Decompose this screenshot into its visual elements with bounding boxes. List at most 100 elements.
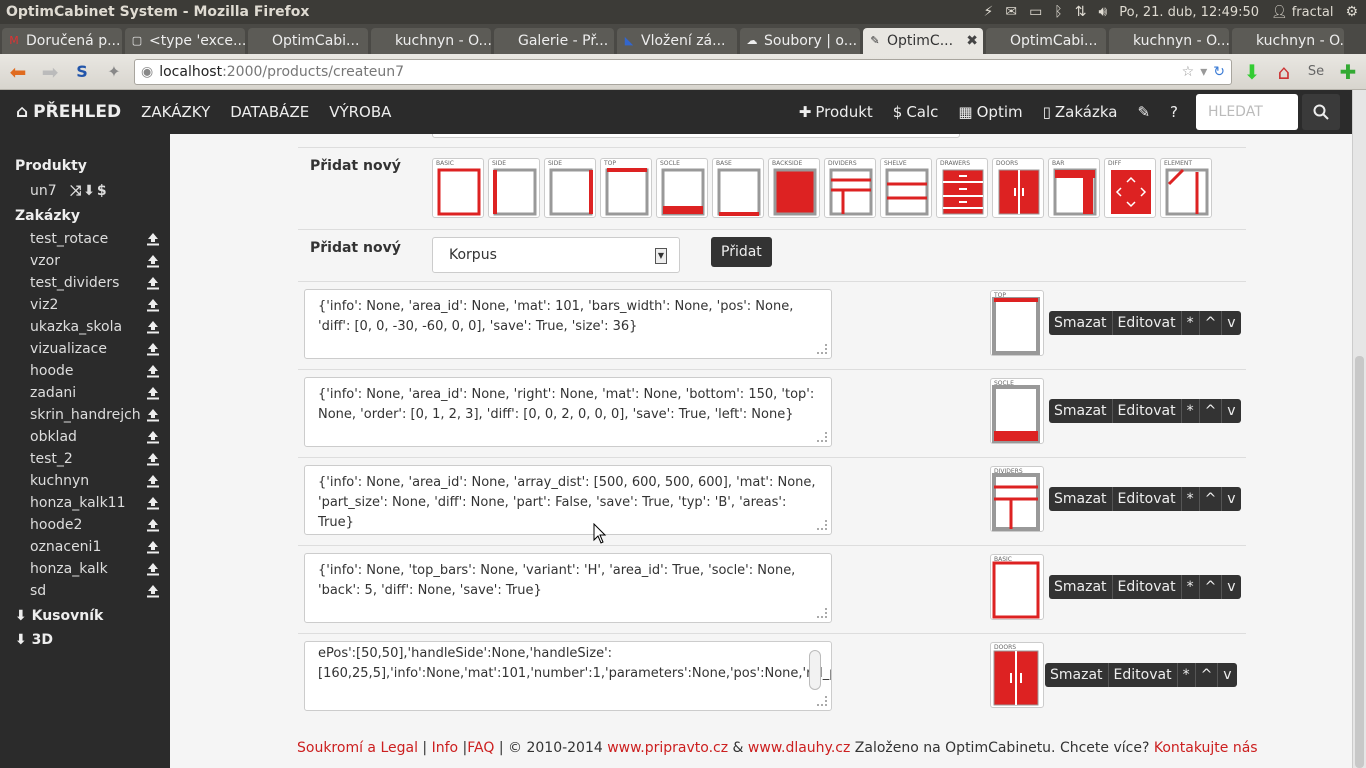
footer-faq-link[interactable]: FAQ bbox=[467, 740, 494, 756]
addon-tool-icon[interactable]: ✦ bbox=[102, 60, 126, 84]
network-icon[interactable]: ⇅ bbox=[1075, 4, 1087, 20]
product-actions-icons[interactable]: ⤨⬇$ bbox=[70, 183, 109, 199]
reload-icon[interactable]: ↻ bbox=[1213, 64, 1225, 80]
browser-tab[interactable]: OptimCabi... bbox=[986, 28, 1106, 54]
upload-icon[interactable] bbox=[146, 232, 160, 246]
resize-grip-icon[interactable] bbox=[817, 520, 827, 530]
wrench-icon[interactable]: ✎ bbox=[1137, 103, 1150, 121]
footer-dlauhy-link[interactable]: www.dlauhy.cz bbox=[748, 740, 850, 756]
move-down-button[interactable]: v bbox=[1222, 399, 1240, 423]
close-icon[interactable]: ✖ bbox=[966, 33, 978, 49]
upload-icon[interactable] bbox=[146, 562, 160, 576]
url-bar[interactable]: ◉ localhost:2000/products/createun7 ☆ ▾ … bbox=[134, 58, 1232, 85]
clock[interactable]: Po, 21. dub, 12:49:50 bbox=[1119, 5, 1259, 20]
sidebar-order-item[interactable]: obklad bbox=[0, 426, 170, 448]
add-product-button[interactable]: ✚ Produkt bbox=[799, 103, 873, 121]
sidebar-order-item[interactable]: honza_kalk11 bbox=[0, 492, 170, 514]
sidebar-order-item[interactable]: sd bbox=[0, 580, 170, 602]
upload-icon[interactable] bbox=[146, 342, 160, 356]
upload-icon[interactable] bbox=[146, 276, 160, 290]
sidebar-order-item[interactable]: kuchnyn bbox=[0, 470, 170, 492]
edit-button[interactable]: Editovat bbox=[1113, 311, 1182, 335]
tile-socle[interactable]: SOCLE bbox=[656, 158, 708, 218]
browser-tab[interactable]: ☁ Soubory | o... bbox=[740, 28, 860, 54]
upload-icon[interactable] bbox=[146, 474, 160, 488]
calc-button[interactable]: $ Calc bbox=[893, 103, 939, 121]
edit-button[interactable]: Editovat bbox=[1113, 487, 1182, 511]
upload-icon[interactable] bbox=[146, 298, 160, 312]
tile-top[interactable]: TOP bbox=[600, 158, 652, 218]
move-down-button[interactable]: v bbox=[1218, 663, 1236, 687]
sidebar-order-item[interactable]: vizualizace bbox=[0, 338, 170, 360]
delete-button[interactable]: Smazat bbox=[1045, 663, 1109, 687]
star-button[interactable]: * bbox=[1182, 311, 1200, 335]
tile-base[interactable]: BASE bbox=[712, 158, 764, 218]
sidebar-order-item[interactable]: ukazka_skola bbox=[0, 316, 170, 338]
tile-dividers[interactable]: DIVIDERS bbox=[824, 158, 876, 218]
nav-vyroba[interactable]: VÝROBA bbox=[329, 103, 391, 121]
lightning-icon[interactable]: ⚡ bbox=[983, 4, 993, 20]
addon-s-icon[interactable]: S bbox=[70, 60, 94, 84]
browser-tab[interactable]: ◣ Vložení zá... bbox=[617, 28, 737, 54]
sidebar-order-item[interactable]: honza_kalk bbox=[0, 558, 170, 580]
resize-grip-icon[interactable] bbox=[817, 432, 827, 442]
tile-basic[interactable]: BASIC bbox=[432, 158, 484, 218]
tile-element[interactable]: ELEMENT bbox=[1160, 158, 1212, 218]
footer-privacy-link[interactable]: Soukromí a Legal bbox=[297, 740, 418, 756]
edit-button[interactable]: Editovat bbox=[1109, 663, 1178, 687]
move-up-button[interactable]: ^ bbox=[1200, 487, 1223, 511]
upload-icon[interactable] bbox=[146, 518, 160, 532]
sidebar-order-item[interactable]: skrin_handrejch bbox=[0, 404, 170, 426]
star-button[interactable]: * bbox=[1182, 487, 1200, 511]
move-down-button[interactable]: v bbox=[1222, 311, 1240, 335]
search-input[interactable]: HLEDAT bbox=[1196, 94, 1298, 130]
sidebar-order-item[interactable]: viz2 bbox=[0, 294, 170, 316]
star-button[interactable]: * bbox=[1178, 663, 1196, 687]
upload-icon[interactable] bbox=[146, 320, 160, 334]
footer-pripravto-link[interactable]: www.pripravto.cz bbox=[607, 740, 728, 756]
tile-shelve[interactable]: SHELVE bbox=[880, 158, 932, 218]
item-params-textarea[interactable]: {'info': None, 'area_id': None, 'mat': 1… bbox=[304, 289, 832, 359]
bluetooth-icon[interactable]: ᛒ bbox=[1054, 4, 1062, 20]
tile-drawers[interactable]: DRAWERS bbox=[936, 158, 988, 218]
sidebar-order-item[interactable]: zadani bbox=[0, 382, 170, 404]
browser-tab[interactable]: kuchnyn - O... bbox=[1109, 28, 1229, 54]
mail-icon[interactable]: ✉ bbox=[1005, 4, 1017, 20]
delete-button[interactable]: Smazat bbox=[1049, 311, 1113, 335]
move-up-button[interactable]: ^ bbox=[1200, 399, 1223, 423]
browser-tab[interactable]: kuchnyn - O... bbox=[371, 28, 491, 54]
edit-button[interactable]: Editovat bbox=[1113, 575, 1182, 599]
resize-grip-icon[interactable] bbox=[817, 344, 827, 354]
upload-icon[interactable] bbox=[146, 408, 160, 422]
footer-info-link[interactable]: Info bbox=[432, 740, 459, 756]
element-type-select[interactable]: Korpus ▼ bbox=[432, 237, 680, 273]
browser-tab[interactable]: kuchnyn - O... bbox=[1232, 28, 1344, 54]
upload-icon[interactable] bbox=[146, 496, 160, 510]
sidebar-order-item[interactable]: test_dividers bbox=[0, 272, 170, 294]
tile-diff[interactable]: DIFF bbox=[1104, 158, 1156, 218]
upload-icon[interactable] bbox=[146, 254, 160, 268]
browser-tab-active[interactable]: ✎ OptimC... ✖ bbox=[863, 28, 983, 54]
addon-plus-icon[interactable]: ✚ bbox=[1336, 60, 1360, 84]
tile-side-right[interactable]: SIDE bbox=[544, 158, 596, 218]
sidebar-kusovnik[interactable]: ⬇ Kusovník bbox=[0, 608, 170, 624]
star-button[interactable]: * bbox=[1182, 399, 1200, 423]
help-icon[interactable]: ? bbox=[1170, 103, 1178, 121]
delete-button[interactable]: Smazat bbox=[1049, 399, 1113, 423]
sidebar-order-item[interactable]: test_2 bbox=[0, 448, 170, 470]
item-params-textarea[interactable]: ePos':[50,50],'handleSide':None,'handleS… bbox=[304, 641, 832, 711]
battery-icon[interactable]: ▭ bbox=[1029, 4, 1042, 20]
sidebar-order-item[interactable]: hoode bbox=[0, 360, 170, 382]
tile-bar[interactable]: BAR bbox=[1048, 158, 1100, 218]
sidebar-product-item[interactable]: un7 ⤨⬇$ bbox=[0, 179, 170, 203]
edit-button[interactable]: Editovat bbox=[1113, 399, 1182, 423]
scrollbar-thumb[interactable] bbox=[1355, 356, 1364, 768]
add-button[interactable]: Přidat bbox=[711, 237, 772, 267]
item-params-textarea[interactable]: {'info': None, 'top_bars': None, 'varian… bbox=[304, 553, 832, 623]
move-up-button[interactable]: ^ bbox=[1200, 575, 1223, 599]
resize-grip-icon[interactable] bbox=[817, 696, 827, 706]
upload-icon[interactable] bbox=[146, 430, 160, 444]
move-down-button[interactable]: v bbox=[1222, 575, 1240, 599]
home-icon[interactable]: ⌂ bbox=[1272, 60, 1296, 84]
upload-icon[interactable] bbox=[146, 386, 160, 400]
